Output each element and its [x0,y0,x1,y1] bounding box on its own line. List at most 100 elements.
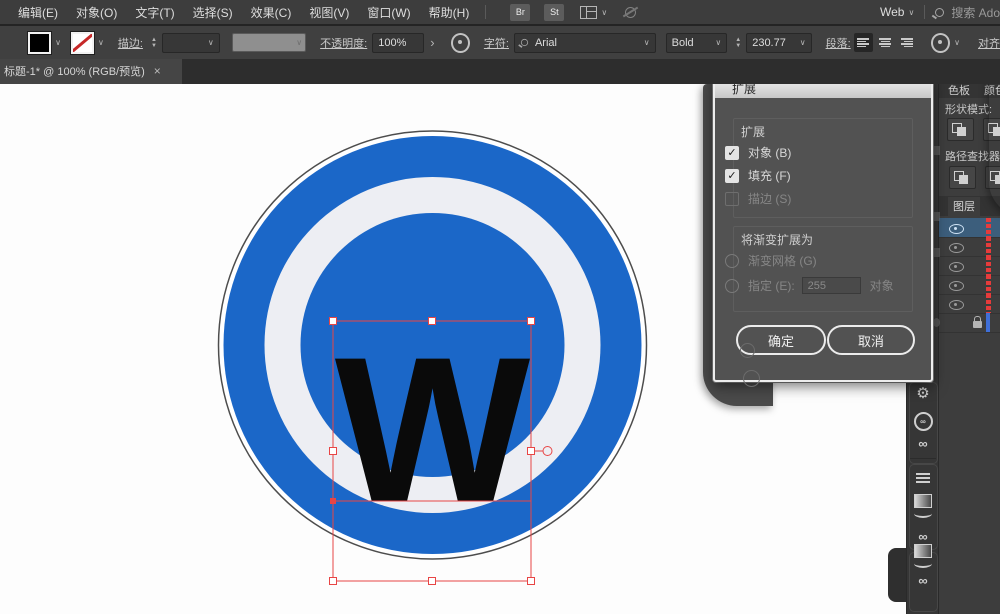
menu-edit[interactable]: 编辑(E) [18,4,58,21]
illustrator-window: { "menubar": { "items": ["编辑(E)", "对象(O)… [0,0,1000,614]
dock-collapse-grip[interactable] [888,548,906,602]
menu-window[interactable]: 窗口(W) [367,4,410,21]
paragraph-label[interactable]: 段落: [826,35,851,51]
eye-icon[interactable] [949,281,964,291]
stroke-swatch-none[interactable] [71,32,94,54]
chevron-down-icon[interactable]: ∨ [601,8,607,17]
link-icon[interactable]: ∞ [907,437,939,450]
gradient-icon[interactable] [907,544,939,558]
opacity-arrow-icon[interactable]: › [430,35,434,50]
gradient-group-label: 将渐变扩展为 [741,231,813,248]
gradient-group-box: 将渐变扩展为 [733,226,913,312]
checkbox-object[interactable]: ✓ 对象 (B) [725,144,791,161]
layers-tab-row: 图层 画板 [939,196,1000,216]
eye-icon[interactable] [949,243,964,253]
eye-icon[interactable] [949,224,964,234]
chevron-down-icon[interactable]: ∨ [954,38,960,47]
tab-layers[interactable]: 图层 [948,197,980,216]
menu-bar: 编辑(E) 对象(O) 文字(T) 选择(S) 效果(C) 视图(V) 窗口(W… [0,0,1000,24]
font-size-select[interactable]: 230.77∨ [746,33,811,53]
layer-row-locked[interactable] [939,313,1000,333]
control-bar: ∨ ∨ 描边: ▲▼ ∨ ∨ 不透明度: 100% › 字符: Arial∨ B… [0,24,1000,59]
radio-specify: 指定 (E): 255 对象 [725,277,894,294]
bridge-button[interactable]: Br [510,4,530,21]
document-title: 标题-1* @ 100% (RGB/预览) [4,63,145,79]
eye-icon[interactable] [949,300,964,310]
hidden-dock-icon [933,248,940,257]
workspace-switcher[interactable]: Web [880,5,904,19]
chevron-down-icon[interactable]: ∨ [98,38,104,47]
divider [910,458,936,459]
ghost-radio-icon [743,370,760,387]
ghost-radio-icon [740,343,755,358]
link-icon[interactable]: ∞ [907,574,939,587]
radio-icon [725,279,739,293]
checkbox-fill[interactable]: ✓ 填充 (F) [725,167,791,184]
align-left-icon [857,38,869,47]
divider [924,5,925,19]
gpu-disabled-icon [623,5,637,19]
font-style-select[interactable]: Bold∨ [666,33,728,53]
opacity-input[interactable]: 100% [372,33,424,53]
menu-icon[interactable] [907,473,939,483]
document-tab-bar: 标题-1* @ 100% (RGB/预览) × [0,57,1000,84]
align-right-icon [901,38,913,47]
glyph-options-icon[interactable] [931,33,950,53]
tab-swatches[interactable]: 色板 [948,82,970,98]
brush-definition-select[interactable]: ∨ [232,33,306,52]
layer-row[interactable] [939,237,1000,257]
layer-color-bar [986,313,990,332]
menu-effect[interactable]: 效果(C) [251,4,292,21]
arrange-documents-icon[interactable] [580,6,597,19]
search-input[interactable]: 搜索 Ado [951,4,1000,21]
eye-icon[interactable] [949,262,964,272]
opacity-label[interactable]: 不透明度: [320,35,367,51]
traffic-sign-artwork[interactable]: W [216,129,649,562]
align-center-icon [879,38,891,47]
layer-row[interactable] [939,256,1000,276]
layer-row[interactable] [939,294,1000,314]
checkbox-checked-icon[interactable]: ✓ [725,169,739,183]
menu-type[interactable]: 文字(T) [135,4,174,21]
stock-button[interactable]: St [544,4,564,21]
gradient-icon[interactable] [907,494,939,508]
pathfinder-divide-button[interactable] [949,166,976,189]
close-icon[interactable]: × [154,64,161,78]
gradient-swoosh-icon [907,559,939,568]
stroke-label[interactable]: 描边: [118,35,143,51]
font-size-stepper[interactable]: ▲▼ [735,37,741,49]
chevron-down-icon[interactable]: ∨ [55,38,61,47]
stroke-weight-stepper[interactable]: ▲▼ [151,37,157,49]
letter-w-text[interactable]: W [335,314,531,545]
cancel-button[interactable]: 取消 [827,325,915,355]
align-center-button[interactable] [876,33,895,52]
expand-group-label: 扩展 [741,123,765,140]
hidden-dock-icon [933,318,940,327]
right-panel-dock: 色板 颜色 形状模式: 路径查找器: 图层 画板 [938,84,1000,614]
menu-view[interactable]: 视图(V) [309,4,349,21]
align-left-button[interactable] [854,33,873,52]
align-panel-label[interactable]: 对齐 [978,35,1000,51]
layer-row[interactable] [939,218,1000,238]
menu-object[interactable]: 对象(O) [76,4,117,21]
layer-color-bar [986,294,991,313]
menu-help[interactable]: 帮助(H) [429,4,470,21]
font-family-select[interactable]: Arial∨ [514,33,656,53]
gear-icon[interactable]: ⚙ [907,386,939,401]
link-icon[interactable]: ∞ [907,530,939,543]
recolor-wheel-icon[interactable] [451,33,470,53]
chevron-down-icon[interactable]: ∨ [908,8,914,17]
fill-swatch[interactable] [28,32,51,54]
character-label[interactable]: 字符: [484,35,509,51]
search-icon[interactable] [935,8,944,17]
creative-cloud-icon[interactable]: ∞ [907,412,939,431]
stroke-weight-select[interactable]: ∨ [162,33,220,53]
menu-select[interactable]: 选择(S) [193,4,233,21]
layer-row[interactable] [939,275,1000,295]
pathfinder-unite-button[interactable] [947,118,974,141]
document-tab[interactable]: 标题-1* @ 100% (RGB/预览) × [0,57,182,84]
lock-icon[interactable] [973,321,982,328]
checkbox-checked-icon[interactable]: ✓ [725,146,739,160]
align-right-button[interactable] [898,33,917,52]
layer-color-bar [986,237,991,256]
